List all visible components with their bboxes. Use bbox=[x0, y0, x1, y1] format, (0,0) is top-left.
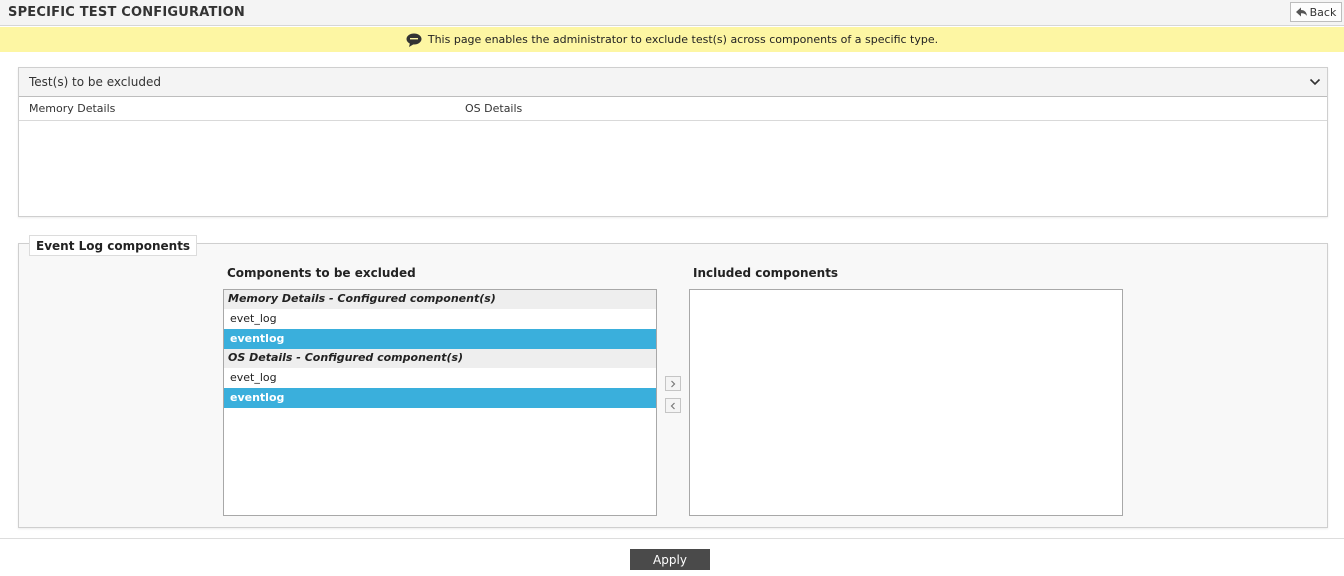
footer-divider bbox=[0, 538, 1344, 539]
included-components-label: Included components bbox=[693, 266, 839, 280]
group-header-memory-details: Memory Details - Configured component(s) bbox=[224, 290, 656, 309]
excluded-components-label: Components to be excluded bbox=[227, 266, 416, 280]
chevron-right-icon bbox=[671, 380, 676, 387]
test-item-os-details[interactable]: OS Details bbox=[465, 102, 522, 115]
back-button[interactable]: Back bbox=[1290, 2, 1342, 22]
test-item-memory-details[interactable]: Memory Details bbox=[29, 102, 115, 115]
tests-list: Memory Details OS Details bbox=[19, 97, 1327, 121]
chevron-down-icon[interactable] bbox=[1309, 76, 1321, 88]
excluded-components-listbox[interactable]: Memory Details - Configured component(s)… bbox=[223, 289, 657, 516]
back-arrow-icon bbox=[1295, 7, 1307, 17]
option-evet-log-os[interactable]: evet_log bbox=[224, 368, 656, 388]
page-title: SPECIFIC TEST CONFIGURATION bbox=[8, 5, 245, 20]
group-header-os-details: OS Details - Configured component(s) bbox=[224, 349, 656, 368]
back-button-label: Back bbox=[1309, 5, 1337, 19]
components-legend: Event Log components bbox=[29, 235, 198, 256]
option-eventlog-os[interactable]: eventlog bbox=[224, 388, 656, 408]
page-header: SPECIFIC TEST CONFIGURATION Back bbox=[0, 0, 1344, 26]
info-notice: This page enables the administrator to e… bbox=[0, 27, 1344, 52]
option-eventlog-memory[interactable]: eventlog bbox=[224, 329, 656, 349]
speech-bubble-icon bbox=[406, 33, 422, 47]
option-evet-log-memory[interactable]: evet_log bbox=[224, 309, 656, 329]
included-components-listbox[interactable] bbox=[689, 289, 1123, 516]
tests-panel-header[interactable]: Test(s) to be excluded bbox=[19, 68, 1327, 97]
move-left-button[interactable] bbox=[665, 398, 681, 413]
notice-text: This page enables the administrator to e… bbox=[427, 33, 939, 46]
apply-button[interactable]: Apply bbox=[630, 549, 710, 570]
tests-excluded-panel: Test(s) to be excluded Memory Details OS… bbox=[18, 67, 1328, 217]
chevron-left-icon bbox=[670, 402, 675, 409]
tests-panel-title: Test(s) to be excluded bbox=[29, 75, 161, 89]
move-right-button[interactable] bbox=[665, 376, 681, 391]
